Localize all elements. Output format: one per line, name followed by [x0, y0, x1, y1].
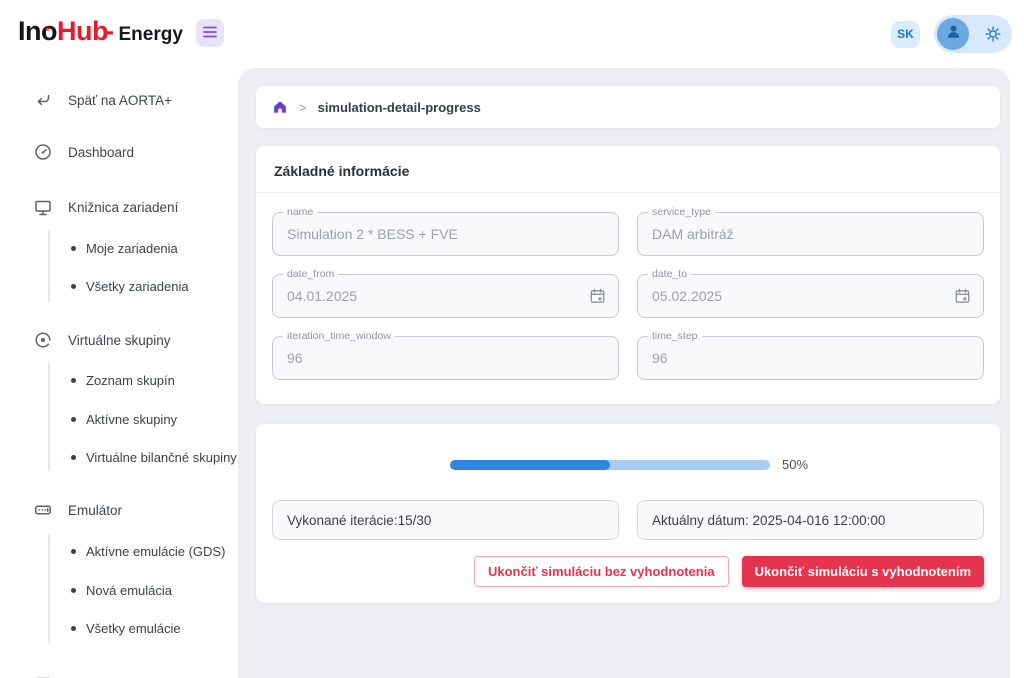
hamburger-icon	[202, 25, 218, 42]
field-value: Simulation 2 * BESS + FVE	[287, 226, 458, 242]
breadcrumb: > simulation-detail-progress	[256, 86, 1000, 128]
field-value: 96	[287, 350, 303, 366]
bullet-icon	[71, 417, 76, 422]
logo-plus: +	[45, 24, 50, 35]
end-simulation-with-evaluation-button[interactable]: Ukončiť simuláciu s vyhodnotením	[742, 556, 984, 587]
sidebar-item-group-list[interactable]: Zoznam skupín	[0, 369, 238, 391]
return-icon	[33, 90, 53, 110]
account-pill[interactable]	[934, 15, 1012, 53]
logo-dash: -	[105, 16, 114, 46]
field-value: 04.01.2025	[287, 288, 357, 304]
sidebar-subitem-label: Všetky emulácie	[86, 621, 181, 636]
app-root: Ino+Hub-Energy SK	[0, 0, 1024, 678]
sidebar-item-new-emulation[interactable]: Nová emulácia	[0, 579, 238, 601]
bullet-icon	[71, 626, 76, 631]
field-date-from[interactable]: date_from 04.01.2025	[272, 274, 619, 318]
field-value: DAM arbitráž	[652, 226, 734, 242]
header: Ino+Hub-Energy SK	[0, 0, 1024, 68]
field-date-to[interactable]: date_to 05.02.2025	[637, 274, 984, 318]
field-label: name	[283, 207, 317, 218]
sidebar-item-label: Emulátor	[68, 503, 122, 518]
progress-fill	[450, 460, 610, 470]
current-date-box: Aktuálny dátum: 2025-04-016 12:00:00	[637, 500, 984, 540]
sidebar-subitem-label: Nová emulácia	[86, 583, 172, 598]
sidebar-item-label: Dashboard	[68, 145, 134, 160]
logo-text-in: In	[18, 16, 41, 46]
sidebar-item-my-devices[interactable]: Moje zariadenia	[0, 237, 238, 259]
avatar[interactable]	[937, 18, 969, 50]
card-title: Základné informácie	[256, 146, 1000, 192]
progress-row: 50%	[450, 457, 808, 472]
sidebar-item-emulator[interactable]: Emulátor	[0, 498, 238, 522]
action-buttons: Ukončiť simuláciu bez vyhodnotenia Ukonč…	[474, 556, 984, 587]
locale-badge[interactable]: SK	[891, 21, 920, 48]
simulator-icon	[33, 674, 53, 678]
basic-info-card: Základné informácie name Simulation 2 * …	[256, 146, 1000, 404]
bullet-icon	[71, 284, 76, 289]
logo-text-energy: Energy	[118, 24, 182, 45]
sidebar-item-virtual-groups[interactable]: Virtuálne skupiny	[0, 328, 238, 352]
iterations-box: Vykonané iterácie:15/30	[272, 500, 619, 540]
sidebar-item-label: Virtuálne skupiny	[68, 333, 171, 348]
breadcrumb-current: simulation-detail-progress	[318, 100, 481, 115]
groups-icon	[33, 330, 53, 350]
fields-grid: name Simulation 2 * BESS + FVE service_t…	[256, 193, 1000, 399]
progress-card: 50% Vykonané iterácie:15/30 Aktuálny dát…	[256, 424, 1000, 603]
dashboard-icon	[33, 142, 53, 162]
field-time-step[interactable]: time_step 96	[637, 336, 984, 380]
sidebar-item-back-to-aorta[interactable]: Späť na AORTA+	[0, 88, 238, 112]
sidebar-item-device-library[interactable]: Knižnica zariadení	[0, 195, 238, 219]
end-simulation-without-evaluation-button[interactable]: Ukončiť simuláciu bez vyhodnotenia	[474, 556, 729, 587]
field-value: 05.02.2025	[652, 288, 722, 304]
monitor-icon	[33, 197, 53, 217]
header-actions: SK	[891, 0, 1012, 68]
person-icon	[944, 22, 963, 46]
sidebar-item-all-devices[interactable]: Všetky zariadenia	[0, 275, 238, 297]
sidebar-item-label: Knižnica zariadení	[68, 200, 178, 215]
sidebar-subitem-label: Zoznam skupín	[86, 373, 175, 388]
field-label: date_to	[648, 269, 691, 280]
sidebar-item-active-groups[interactable]: Aktívne skupiny	[0, 408, 238, 430]
sidebar-subitem-label: Aktívne emulácie (GDS)	[86, 544, 225, 559]
field-service-type[interactable]: service_type DAM arbitráž	[637, 212, 984, 256]
sidebar-item-dashboard[interactable]: Dashboard	[0, 140, 238, 164]
field-label: iteration_time_window	[283, 331, 395, 342]
calendar-icon[interactable]	[588, 287, 607, 306]
logo-text-hub: Hub	[57, 16, 108, 46]
menu-toggle-button[interactable]	[196, 19, 224, 47]
sidebar: Späť na AORTA+ Dashboard Knižnica zariad…	[0, 68, 238, 678]
sidebar-item-simulator[interactable]: Simulátor	[0, 672, 238, 678]
emulator-icon	[33, 500, 53, 520]
bullet-icon	[71, 455, 76, 460]
progress-percent-label: 50%	[782, 457, 808, 472]
field-label: time_step	[648, 331, 702, 342]
progress-details: Vykonané iterácie:15/30 Aktuálny dátum: …	[272, 500, 984, 540]
progress-bar	[450, 460, 770, 470]
field-label: date_from	[283, 269, 338, 280]
breadcrumb-separator: >	[299, 100, 307, 115]
sidebar-item-active-emulations[interactable]: Aktívne emulácie (GDS)	[0, 540, 238, 562]
sidebar-subitem-label: Aktívne skupiny	[86, 412, 177, 427]
sidebar-item-label: Späť na AORTA+	[68, 93, 172, 108]
calendar-icon[interactable]	[953, 287, 972, 306]
field-iteration-time-window[interactable]: iteration_time_window 96	[272, 336, 619, 380]
bullet-icon	[71, 549, 76, 554]
field-value: 96	[652, 350, 668, 366]
field-name[interactable]: name Simulation 2 * BESS + FVE	[272, 212, 619, 256]
sidebar-subitem-label: Virtuálne bilančné skupiny	[86, 450, 237, 465]
main-panel: > simulation-detail-progress Základné in…	[238, 68, 1010, 678]
sidebar-item-all-emulations[interactable]: Všetky emulácie	[0, 617, 238, 639]
bullet-icon	[71, 246, 76, 251]
bullet-icon	[71, 588, 76, 593]
sidebar-item-virtual-balance-groups[interactable]: Virtuálne bilančné skupiny	[0, 446, 238, 468]
home-icon[interactable]	[272, 99, 288, 115]
settings-icon[interactable]	[983, 24, 1003, 44]
app-logo: Ino+Hub-Energy	[18, 16, 183, 47]
bullet-icon	[71, 378, 76, 383]
sidebar-subitem-label: Všetky zariadenia	[86, 279, 189, 294]
field-label: service_type	[648, 207, 715, 218]
sidebar-subitem-label: Moje zariadenia	[86, 241, 178, 256]
